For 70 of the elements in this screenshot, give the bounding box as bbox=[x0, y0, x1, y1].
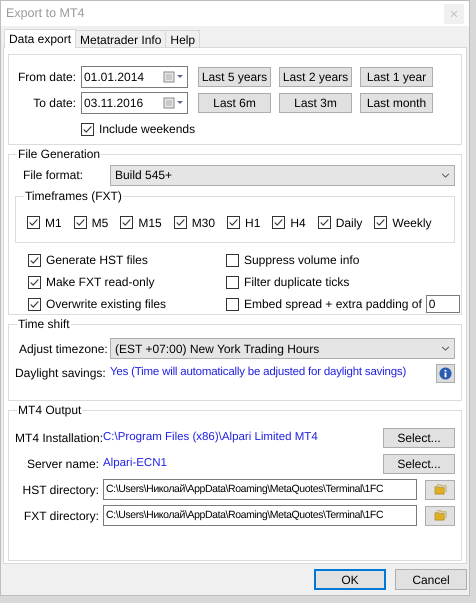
checkbox[interactable]: Make FXT read-only bbox=[28, 273, 226, 291]
select-button[interactable]: Select... bbox=[383, 428, 455, 448]
folder-icon[interactable] bbox=[425, 480, 455, 500]
field-label: HST directory: bbox=[22, 482, 99, 498]
checkbox[interactable]: Generate HST files bbox=[28, 251, 226, 269]
field-label: File format: bbox=[23, 167, 84, 184]
checkbox[interactable]: Daily bbox=[318, 214, 362, 232]
date-field[interactable]: 01.01.2014 bbox=[81, 66, 188, 88]
field-label: Daylight savings: bbox=[15, 365, 107, 382]
checkmark-icon bbox=[74, 217, 86, 228]
preset-button[interactable]: Last month bbox=[360, 93, 433, 113]
calendar-icon[interactable] bbox=[163, 71, 185, 83]
preset-button[interactable]: Last 6m bbox=[198, 93, 271, 113]
tab[interactable]: Metatrader Info bbox=[75, 30, 166, 47]
checkbox[interactable]: M15 bbox=[120, 214, 162, 232]
checkmark-icon bbox=[375, 217, 386, 228]
checkbox[interactable]: H4 bbox=[272, 214, 306, 232]
tab[interactable]: Help bbox=[165, 30, 200, 47]
path-text: Alpari-ECN1 bbox=[103, 456, 168, 471]
preset-button[interactable]: Last 3m bbox=[279, 93, 352, 113]
group-title: Timeframes (FXT) bbox=[24, 189, 123, 203]
checkbox[interactable]: Suppress volume info bbox=[226, 251, 460, 269]
preset-button[interactable]: Last 5 years bbox=[198, 67, 271, 87]
field-label: FXT directory: bbox=[22, 508, 99, 524]
checkmark-icon bbox=[82, 124, 93, 134]
checkbox[interactable]: Filter duplicate ticks bbox=[226, 273, 460, 291]
field-label: Server name: bbox=[26, 456, 99, 472]
checkbox[interactable]: Weekly bbox=[374, 214, 432, 232]
timezone-dropdown[interactable]: (EST +07:00) New York Trading Hours bbox=[110, 338, 455, 359]
checkmark-icon bbox=[121, 217, 132, 228]
checkbox[interactable]: Overwrite existing files bbox=[28, 295, 226, 313]
date-field[interactable]: 03.11.2016 bbox=[81, 92, 188, 114]
padding-input[interactable]: 0 bbox=[426, 295, 460, 313]
window-title: Export to MT4 bbox=[6, 5, 84, 22]
chevron-down-icon bbox=[441, 172, 450, 178]
field-label: Adjust timezone: bbox=[19, 340, 109, 358]
preset-button[interactable]: Last 2 years bbox=[279, 67, 352, 87]
folder-icon[interactable] bbox=[425, 506, 455, 526]
select-button[interactable]: Select... bbox=[383, 454, 455, 474]
group-title: File Generation bbox=[17, 147, 102, 161]
group-title: Time shift bbox=[17, 317, 71, 331]
checkbox[interactable]: M5 bbox=[74, 214, 108, 232]
path-text: C:\Program Files (x86)\Alpari Limited MT4 bbox=[103, 430, 319, 445]
checkbox[interactable]: H1 bbox=[227, 214, 260, 232]
checkmark-icon bbox=[174, 217, 186, 228]
info-icon[interactable] bbox=[436, 364, 455, 382]
field-label: To date: bbox=[32, 95, 76, 112]
checkmark-icon bbox=[29, 254, 40, 266]
checkmark-icon bbox=[318, 217, 330, 228]
checkmark-icon bbox=[273, 217, 284, 228]
tab[interactable]: Data export bbox=[4, 29, 76, 48]
directory-field[interactable]: C:\Users\Николай\AppData\Roaming\MetaQuotes\Terminal\1FC bbox=[103, 479, 418, 500]
dialog-button[interactable]: OK bbox=[314, 569, 386, 590]
group-title: MT4 Output bbox=[17, 403, 82, 417]
directory-field[interactable]: C:\Users\Николай\AppData\Roaming\MetaQuotes\Terminal\1FC bbox=[103, 505, 418, 526]
dialog-button[interactable]: Cancel bbox=[395, 569, 467, 590]
checkbox[interactable]: Include weekends bbox=[81, 120, 196, 138]
checkmark-icon bbox=[28, 217, 39, 228]
preset-button[interactable]: Last 1 year bbox=[360, 67, 433, 87]
checkbox[interactable]: M1 bbox=[27, 214, 62, 232]
daylight-status: Yes (Time will automatically be adjusted for daylight savings) bbox=[110, 365, 408, 380]
checkmark-icon bbox=[228, 217, 240, 228]
chevron-down-icon bbox=[441, 346, 450, 351]
checkmark-icon bbox=[29, 298, 40, 310]
field-label: From date: bbox=[16, 69, 76, 86]
checkmark-icon bbox=[29, 276, 40, 288]
checkbox[interactable]: M30 bbox=[174, 214, 216, 232]
format-dropdown[interactable]: Build 545+ bbox=[110, 164, 455, 186]
checkbox[interactable]: Embed spread + extra padding of bbox=[226, 295, 422, 313]
calendar-icon[interactable] bbox=[163, 97, 185, 109]
